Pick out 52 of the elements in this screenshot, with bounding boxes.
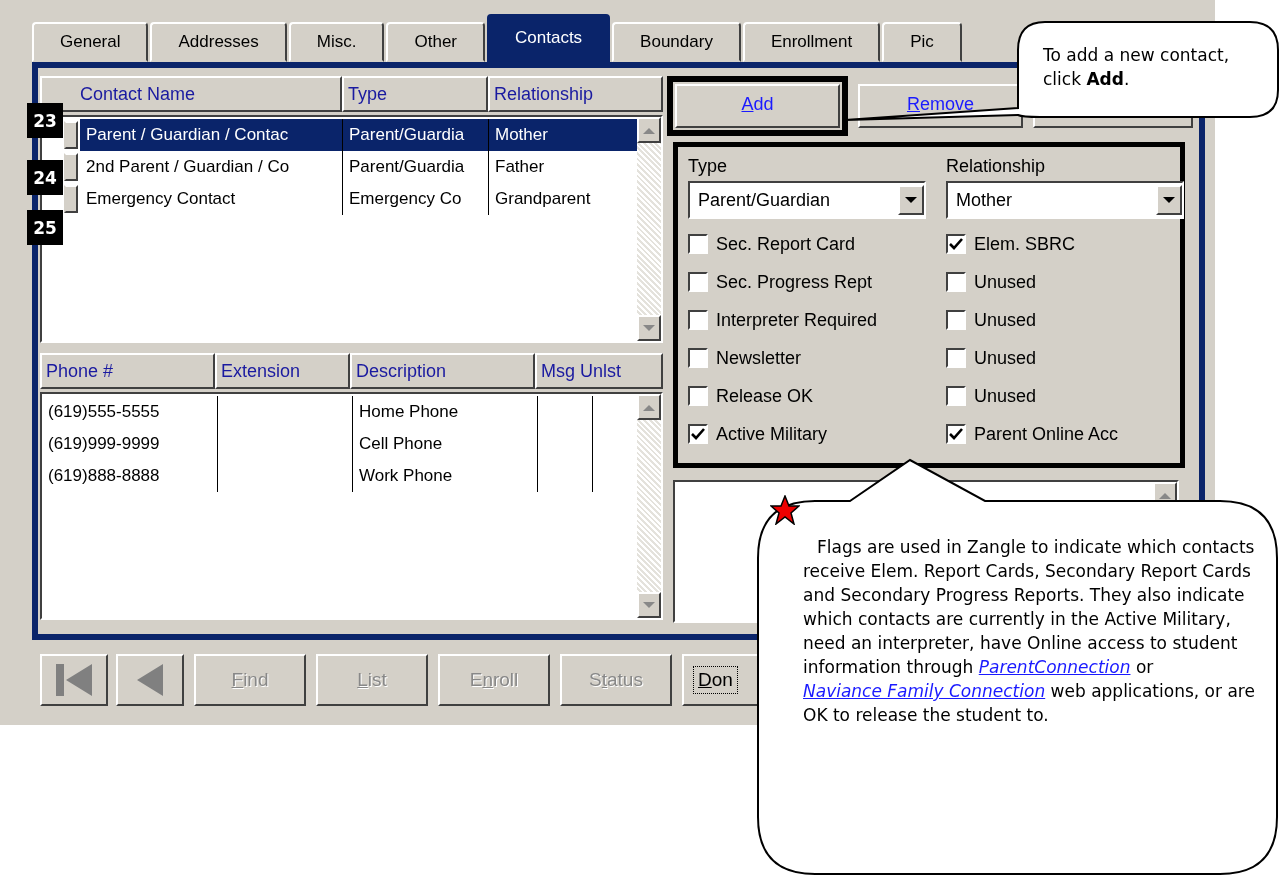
dropdown[interactable]: Mother [946, 181, 1184, 219]
tab[interactable]: Addresses [150, 22, 287, 62]
table-cell[interactable]: Emergency Contact [80, 183, 342, 215]
column-header[interactable]: Msg Unlst [535, 353, 663, 389]
field-label: Type [688, 154, 729, 178]
table-cell[interactable]: Parent / Guardian / Contac [80, 119, 342, 151]
link[interactable]: Naviance Family Connection [803, 681, 1046, 701]
table-cell[interactable]: Parent/Guardia [342, 119, 488, 151]
link[interactable]: ParentConnection [978, 657, 1131, 677]
step-number: 24 [27, 160, 63, 195]
table-cell: Cell Phone [352, 428, 537, 460]
table-cell[interactable]: Mother [488, 119, 637, 151]
tab[interactable]: General [32, 22, 149, 62]
tab[interactable]: Enrollment [742, 22, 881, 62]
table-cell: Work Phone [352, 460, 537, 492]
checkbox-label: Active Military [716, 423, 827, 445]
tab[interactable]: Contacts [487, 14, 611, 62]
field-label: Relationship [946, 154, 1047, 178]
tab[interactable]: Pic [882, 22, 962, 62]
checkbox-label: Unused [974, 385, 1037, 407]
column-header[interactable]: Contact Name [40, 76, 342, 112]
step-number: 25 [27, 210, 63, 245]
column-header[interactable]: Type [342, 76, 488, 112]
table-cell-text: (619)999-9999 [47, 433, 161, 455]
column-header[interactable]: Phone # [40, 353, 215, 389]
checkbox-label: Unused [974, 347, 1037, 369]
callout-text: To add a new contact, click Add. [1043, 44, 1231, 91]
checkbox-label: Parent Online Acc [974, 423, 1119, 445]
table-cell[interactable]: 2nd Parent / Guardian / Co [80, 151, 342, 183]
column-header[interactable]: Description [350, 353, 535, 389]
step-number: 23 [27, 103, 63, 138]
checkbox-label: Unused [974, 271, 1037, 293]
checkbox-label: Elem. SBRC [974, 233, 1076, 255]
checkbox-label: Release OK [716, 385, 814, 407]
tab[interactable]: Boundary [612, 22, 741, 62]
tab[interactable]: Other [386, 22, 485, 62]
table-cell-text: (619)555-5555 [47, 401, 161, 423]
column-header[interactable]: Extension [215, 353, 350, 389]
checkbox-label: Newsletter [716, 347, 802, 369]
column-header[interactable]: Relationship [488, 76, 663, 112]
table-cell[interactable]: Parent/Guardia [342, 151, 488, 183]
action-button[interactable]: Add [675, 84, 840, 128]
table-cell[interactable]: Emergency Co [342, 183, 488, 215]
table-cell-text: (619)888-8888 [47, 465, 161, 487]
checkbox-label: Sec. Report Card [716, 233, 856, 255]
tab[interactable]: Misc. [288, 22, 385, 62]
table-cell: Home Phone [352, 396, 537, 428]
checkbox-label: Sec. Progress Rept [716, 271, 873, 293]
checkbox-label: Unused [974, 309, 1037, 331]
dropdown[interactable]: Parent/Guardian [688, 181, 926, 219]
checkbox-label: Interpreter Required [716, 309, 878, 331]
callout-text: Flags are used in Zangle to indicate which contacts receive Elem. Report Cards, Secondary Report Cards and Secondary Progress Reports. They also indicate which contacts are currently in the Active Military, need an interpreter, have Online access to student information through ParentConnection or Naviance Family Connection web applications, or are OK to release the student to. [803, 536, 1256, 727]
